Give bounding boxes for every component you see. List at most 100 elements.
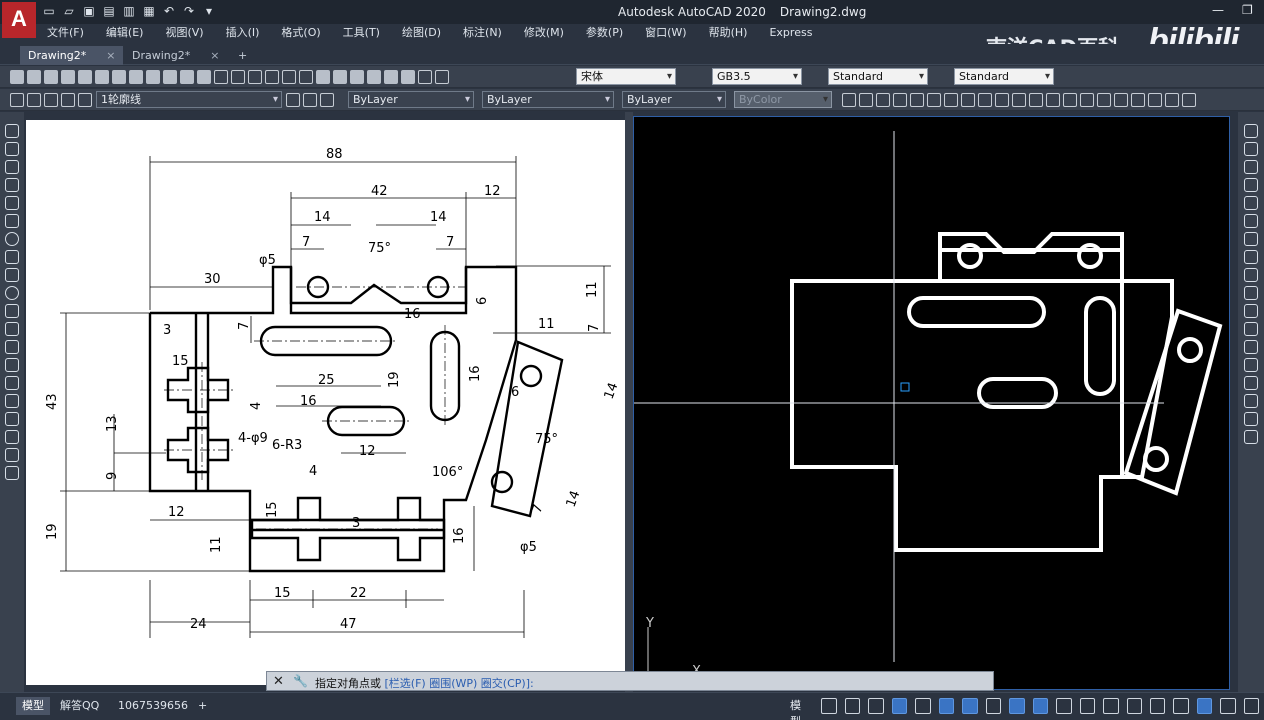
linetype-select[interactable]: ByLayer — [482, 91, 614, 108]
maximize-icon[interactable]: ❐ — [1242, 3, 1253, 17]
explode-icon[interactable] — [1244, 430, 1258, 444]
menu-dimension[interactable]: 标注(N) — [452, 24, 513, 42]
preview-icon[interactable] — [78, 70, 92, 84]
jogged-linear-icon[interactable] — [1114, 93, 1128, 107]
save-icon[interactable]: ▣ — [82, 4, 96, 18]
tolerance-icon[interactable] — [1063, 93, 1077, 107]
region-icon[interactable] — [5, 412, 19, 426]
join-icon[interactable] — [1244, 358, 1258, 372]
ordinate-icon[interactable] — [893, 93, 907, 107]
diameter-icon[interactable] — [944, 93, 958, 107]
table-style-select[interactable]: Standard — [828, 68, 928, 85]
tab-drawing2[interactable]: Drawing2* × — [124, 46, 227, 65]
ortho-icon[interactable] — [868, 698, 884, 714]
dim-style-icon[interactable] — [1182, 93, 1196, 107]
option-wpolygon[interactable]: 圈围(WP) — [429, 677, 477, 690]
rectangle-icon[interactable] — [5, 196, 19, 210]
plot-icon[interactable] — [61, 70, 75, 84]
menu-view[interactable]: 视图(V) — [154, 24, 214, 42]
tab-layout-qq[interactable]: 解答QQ — [54, 697, 105, 715]
lock-ui-icon[interactable] — [1173, 698, 1189, 714]
open-file-icon[interactable]: ▱ — [62, 4, 76, 18]
zoom-realtime-icon[interactable] — [265, 70, 279, 84]
color-swatch-icon[interactable] — [78, 93, 92, 107]
move-icon[interactable] — [1244, 214, 1258, 228]
chamfer-icon[interactable] — [1244, 376, 1258, 390]
new-file-icon[interactable]: ▭ — [42, 4, 56, 18]
help-icon[interactable] — [418, 70, 432, 84]
model-space-label[interactable]: 模型 — [790, 698, 811, 720]
grid-icon[interactable] — [821, 698, 837, 714]
jogged-icon[interactable] — [927, 93, 941, 107]
point-icon[interactable] — [5, 358, 19, 372]
trim-icon[interactable] — [1244, 286, 1258, 300]
extend-icon[interactable] — [1244, 304, 1258, 318]
isodraft-icon[interactable] — [915, 698, 931, 714]
dim-edit-icon[interactable] — [1131, 93, 1145, 107]
menu-express[interactable]: Express — [758, 24, 823, 42]
sun-icon[interactable] — [44, 93, 58, 107]
command-prompt[interactable]: 指定对角点或 [栏选(F) 圈围(WP) 圈交(CP)]: — [315, 675, 534, 691]
gradient-icon[interactable] — [5, 394, 19, 408]
line-tool-icon[interactable] — [5, 124, 19, 138]
layer-previous-icon[interactable] — [303, 93, 317, 107]
menu-file[interactable]: 文件(F) — [36, 24, 95, 42]
save-as-icon[interactable]: ▤ — [102, 4, 116, 18]
break-icon[interactable] — [1046, 93, 1060, 107]
layer-manager-icon[interactable] — [10, 93, 24, 107]
aligned-dim-icon[interactable] — [859, 93, 873, 107]
clean-screen-icon[interactable] — [1243, 698, 1260, 714]
publish-icon[interactable] — [95, 70, 109, 84]
3d-print-icon[interactable] — [112, 70, 126, 84]
block-editor-icon[interactable] — [197, 70, 211, 84]
menu-insert[interactable]: 插入(I) — [215, 24, 271, 42]
erase-icon[interactable] — [1244, 124, 1258, 138]
zoom-previous-icon[interactable] — [299, 70, 313, 84]
close-icon[interactable]: × — [210, 49, 219, 62]
workspace-gear-icon[interactable] — [1079, 698, 1096, 714]
break-point-icon[interactable] — [1244, 322, 1258, 336]
plot-style-select[interactable]: ByColor — [734, 91, 832, 108]
tab-drawing2-active[interactable]: Drawing2* × — [20, 46, 124, 65]
option-fence[interactable]: [栏选(F) — [385, 677, 426, 690]
cut-icon[interactable] — [129, 70, 143, 84]
circle-icon[interactable] — [5, 232, 19, 246]
snap-icon[interactable] — [844, 698, 861, 714]
multileader-style-select[interactable]: Standard — [954, 68, 1054, 85]
close-icon[interactable]: × — [106, 49, 115, 62]
command-line[interactable]: ✕ 🔧 指定对角点或 [栏选(F) 圈围(WP) 圈交(CP)]: — [266, 671, 994, 691]
autocad-logo[interactable]: A — [2, 2, 36, 38]
markup-icon[interactable] — [384, 70, 398, 84]
transparency-icon[interactable] — [1009, 698, 1025, 714]
revcloud-icon[interactable] — [5, 250, 19, 264]
polygon-icon[interactable] — [5, 178, 19, 192]
new-tab-button[interactable]: + — [230, 46, 255, 65]
polar-icon[interactable] — [891, 698, 908, 714]
color-select[interactable]: ByLayer — [348, 91, 474, 108]
undo-icon[interactable]: ↶ — [162, 4, 176, 18]
match-prop-icon[interactable] — [180, 70, 194, 84]
baseline-icon[interactable] — [995, 93, 1009, 107]
option-cpolygon[interactable]: 圈交(CP)]: — [481, 677, 534, 690]
paste-icon[interactable] — [163, 70, 177, 84]
table-icon[interactable] — [5, 430, 19, 444]
arc-icon[interactable] — [5, 214, 19, 228]
ellipse-arc-icon[interactable] — [5, 304, 19, 318]
redo-icon[interactable]: ↷ — [182, 4, 196, 18]
text-style-select[interactable]: 宋体 — [576, 68, 676, 85]
spline-icon[interactable] — [5, 268, 19, 282]
inspect-icon[interactable] — [1097, 93, 1111, 107]
quickcalc-icon[interactable] — [401, 70, 415, 84]
menu-draw[interactable]: 绘图(D) — [391, 24, 452, 42]
lineweight-icon[interactable] — [985, 698, 1002, 714]
make-current-icon[interactable] — [286, 93, 300, 107]
menu-format[interactable]: 格式(O) — [270, 24, 331, 42]
quick-dim-icon[interactable] — [978, 93, 992, 107]
linear-dim-icon[interactable] — [842, 93, 856, 107]
lightbulb-icon[interactable] — [27, 93, 41, 107]
web-open-icon[interactable]: ▥ — [122, 4, 136, 18]
menu-tools[interactable]: 工具(T) — [332, 24, 391, 42]
open-icon[interactable] — [27, 70, 41, 84]
tool-palettes-icon[interactable] — [350, 70, 364, 84]
zoom-window-icon[interactable] — [282, 70, 296, 84]
